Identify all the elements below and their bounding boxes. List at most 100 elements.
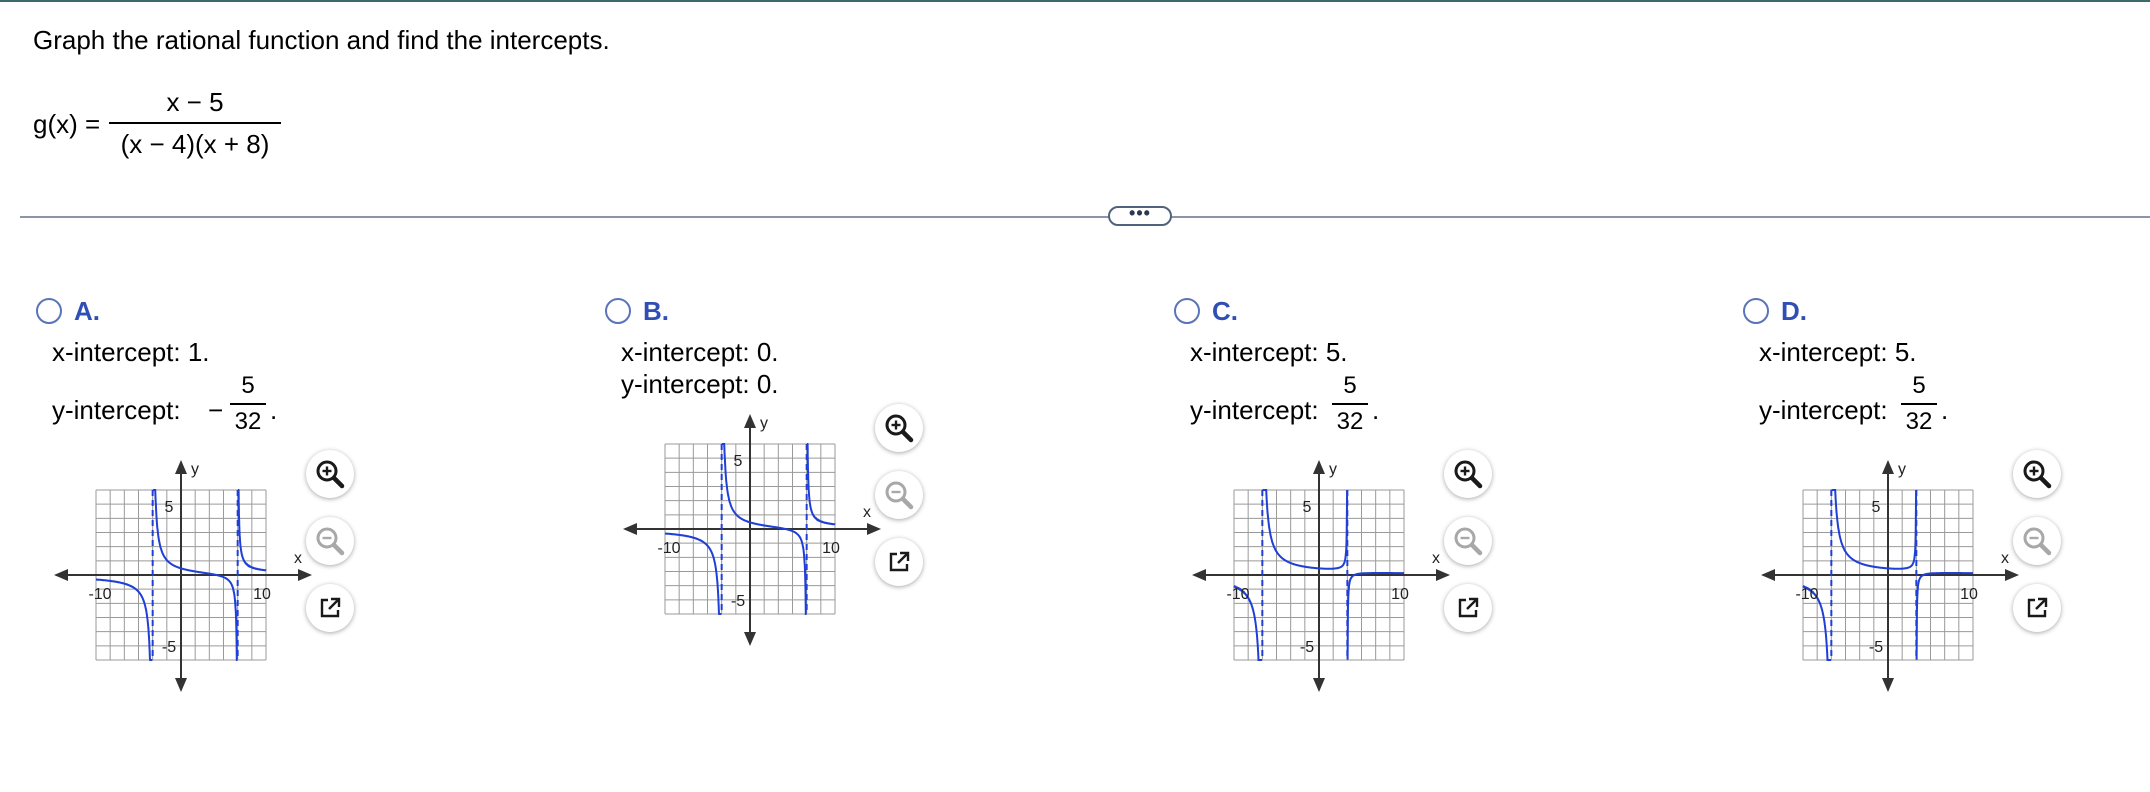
- x-axis-label: x: [2001, 550, 2009, 567]
- external-link-icon: [2020, 591, 2054, 625]
- zoom-in-button[interactable]: [306, 450, 354, 498]
- x-axis-arrow: [298, 569, 312, 581]
- fraction-bar: [109, 122, 281, 124]
- x-tick-label-pos: 10: [253, 586, 271, 603]
- x-intercept-text: x-intercept: 5.: [1190, 337, 1348, 367]
- option-letter: B.: [643, 296, 669, 326]
- y-axis-label: y: [1898, 461, 1906, 478]
- y-intercept-text: y-intercept: 0.: [621, 369, 779, 399]
- function-definition: g(x) = x − 5 (x − 4)(x + 8): [33, 86, 433, 162]
- top-rule: [0, 0, 2150, 2]
- radio-option-b[interactable]: [605, 298, 631, 324]
- x-tick-label-neg: -10: [1226, 586, 1249, 603]
- y-intercept-numerator: 5: [1343, 372, 1357, 399]
- x-axis-arrow: [2005, 569, 2019, 581]
- zoom-out-button[interactable]: [1444, 517, 1492, 565]
- y-intercept-denominator: 32: [1905, 408, 1933, 435]
- zoom-out-button[interactable]: [875, 471, 923, 519]
- section-divider: [20, 216, 2150, 218]
- external-link-icon: [882, 545, 916, 579]
- y-axis-arrow-down: [1882, 678, 1894, 692]
- popout-button[interactable]: [2013, 584, 2061, 632]
- magnifier-plus-icon: [1451, 457, 1485, 491]
- y-axis-arrow-down: [744, 632, 756, 646]
- y-tick-label-neg: -5: [1869, 639, 1883, 656]
- x-axis-arrow-left: [1761, 569, 1775, 581]
- x-tick-label-pos: 10: [1391, 586, 1409, 603]
- zoom-out-button[interactable]: [306, 517, 354, 565]
- y-axis-label: y: [760, 415, 768, 432]
- option-letter: D.: [1781, 296, 1807, 326]
- zoom-in-button[interactable]: [875, 404, 923, 452]
- option-b: B. x-intercept: 0. y-intercept: 0. x y -10…: [605, 290, 1165, 710]
- x-axis-label: x: [294, 550, 302, 567]
- function-fraction: x − 5 (x − 4)(x + 8): [105, 86, 285, 160]
- y-axis-arrow: [175, 460, 187, 474]
- radio-option-a[interactable]: [36, 298, 62, 324]
- divider-handle[interactable]: •••: [1108, 203, 1172, 226]
- y-intercept-fraction: 5 32: [1899, 372, 1939, 436]
- fraction-bar: [1332, 403, 1368, 405]
- zoom-in-button[interactable]: [2013, 450, 2061, 498]
- graph-option-c: x y -10 10 5 -5: [1192, 450, 1454, 692]
- x-intercept-text: x-intercept: 5.: [1759, 337, 1917, 367]
- y-axis-label: y: [191, 461, 199, 478]
- x-tick-label-neg: -10: [657, 540, 680, 557]
- external-link-icon: [1451, 591, 1485, 625]
- option-c: C. x-intercept: 5. y-intercept: 5 32 . x…: [1174, 290, 1734, 710]
- zoom-out-button[interactable]: [2013, 517, 2061, 565]
- question-prompt: Graph the rational function and find the…: [33, 25, 610, 55]
- x-axis-arrow-left: [1192, 569, 1206, 581]
- y-intercept-fraction: 5 32: [1330, 372, 1370, 436]
- x-axis-arrow-left: [54, 569, 68, 581]
- y-axis-arrow-down: [1313, 678, 1325, 692]
- y-tick-label-pos: 5: [165, 499, 174, 516]
- option-a: A. x-intercept: 1. y-intercept: − 5 32 .…: [36, 290, 596, 710]
- more-dots-icon: •••: [1129, 203, 1151, 223]
- y-tick-label-neg: -5: [162, 639, 176, 656]
- function-lhs: g(x) =: [33, 109, 101, 139]
- y-intercept-period: .: [1372, 395, 1380, 425]
- graph-option-d: x y -10 10 5 -5: [1761, 450, 2023, 692]
- option-letter: C.: [1212, 296, 1238, 326]
- y-intercept-label: y-intercept:: [1190, 395, 1319, 425]
- y-tick-label-neg: -5: [1300, 639, 1314, 656]
- y-intercept-denominator: 32: [234, 408, 262, 435]
- x-axis-arrow: [1436, 569, 1450, 581]
- magnifier-plus-icon: [882, 411, 916, 445]
- magnifier-minus-icon: [313, 524, 347, 558]
- x-tick-label-neg: -10: [1795, 586, 1818, 603]
- y-axis-arrow: [1313, 460, 1325, 474]
- y-tick-label-pos: 5: [1872, 499, 1881, 516]
- y-intercept-denominator: 32: [1336, 408, 1364, 435]
- y-intercept-fraction: 5 32: [228, 372, 268, 436]
- y-axis-label: y: [1329, 461, 1337, 478]
- x-axis-label: x: [863, 504, 871, 521]
- radio-option-d[interactable]: [1743, 298, 1769, 324]
- magnifier-minus-icon: [882, 478, 916, 512]
- popout-button[interactable]: [306, 584, 354, 632]
- x-intercept-text: x-intercept: 1.: [52, 337, 210, 367]
- x-axis-arrow: [867, 523, 881, 535]
- y-tick-label-neg: -5: [731, 593, 745, 610]
- y-axis-arrow: [1882, 460, 1894, 474]
- function-denominator: (x − 4)(x + 8): [120, 129, 270, 159]
- y-intercept-numerator: 5: [1912, 372, 1926, 399]
- x-axis-arrow-left: [623, 523, 637, 535]
- external-link-icon: [313, 591, 347, 625]
- popout-button[interactable]: [1444, 584, 1492, 632]
- x-tick-label-pos: 10: [822, 540, 840, 557]
- magnifier-plus-icon: [313, 457, 347, 491]
- magnifier-plus-icon: [2020, 457, 2054, 491]
- radio-option-c[interactable]: [1174, 298, 1200, 324]
- y-intercept-sign: −: [208, 395, 224, 425]
- y-tick-label-pos: 5: [734, 453, 743, 470]
- y-axis-arrow-down: [175, 678, 187, 692]
- zoom-in-button[interactable]: [1444, 450, 1492, 498]
- x-axis-label: x: [1432, 550, 1440, 567]
- y-intercept-period: .: [270, 395, 278, 425]
- y-intercept-period: .: [1941, 395, 1949, 425]
- graph-option-a: x y -10 10 5 -5: [54, 450, 316, 692]
- x-tick-label-pos: 10: [1960, 586, 1978, 603]
- popout-button[interactable]: [875, 538, 923, 586]
